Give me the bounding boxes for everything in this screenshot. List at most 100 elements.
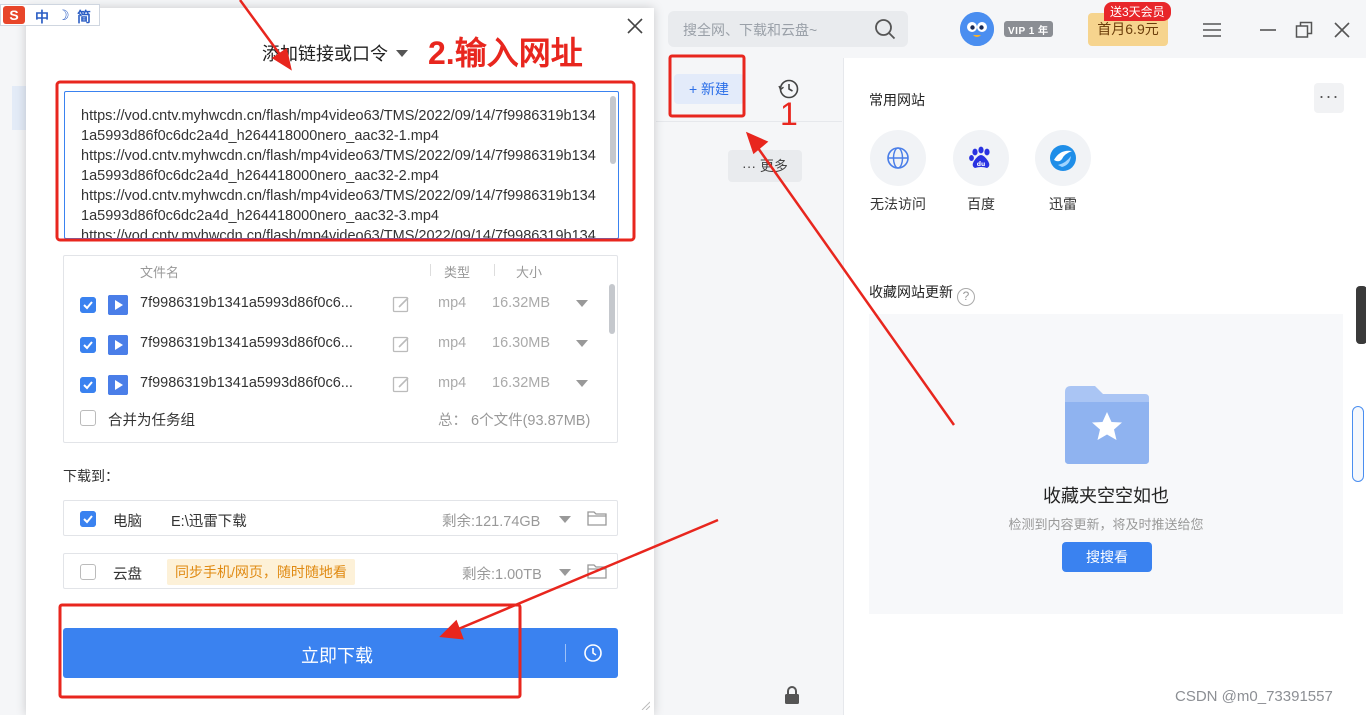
cloud-label: 云盘	[113, 567, 142, 583]
chevron-down-icon[interactable]	[576, 340, 588, 347]
total-summary: 总： 6个文件(93.87MB)	[438, 413, 591, 429]
file-table: 文件名 类型 大小 7f9986319b1341a5993d86f0c6... …	[63, 255, 618, 443]
edit-icon[interactable]	[392, 295, 410, 313]
site-label: 百度	[967, 196, 995, 212]
file-name: 7f9986319b1341a5993d86f0c6...	[140, 375, 353, 391]
table-row[interactable]: 7f9986319b1341a5993d86f0c6... mp4 16.32M…	[64, 284, 612, 324]
edit-icon[interactable]	[392, 335, 410, 353]
dest-cloud[interactable]: 云盘 同步手机/网页，随时随地看 剩余:1.00TB	[63, 553, 618, 589]
pc-label: 电脑	[113, 514, 142, 530]
empty-subtitle: 检测到内容更新，将及时推送给您	[1008, 517, 1204, 532]
textarea-scrollbar[interactable]	[610, 96, 616, 164]
minimize-icon[interactable]	[1258, 20, 1278, 40]
ime-toolbar[interactable]: S 中 ☽ 简	[0, 4, 100, 26]
folder-icon[interactable]	[587, 510, 607, 526]
file-name: 7f9986319b1341a5993d86f0c6...	[140, 295, 353, 311]
video-file-icon	[108, 295, 128, 315]
user-avatar[interactable]	[960, 12, 994, 46]
menu-icon[interactable]	[1202, 20, 1222, 40]
chevron-down-icon[interactable]	[576, 300, 588, 307]
site-xunlei[interactable]: 迅雷	[1033, 130, 1093, 214]
more-button[interactable]: ··· 更多	[728, 150, 802, 182]
schedule-clock-icon[interactable]	[583, 643, 603, 663]
dest-pc[interactable]: 电脑 E:\迅雷下载 剩余:121.74GB	[63, 500, 618, 536]
dialog-title[interactable]: 添加链接或口令	[262, 40, 408, 66]
svg-text:du: du	[977, 161, 986, 168]
file-type: mp4	[438, 295, 467, 311]
moon-icon[interactable]: ☽	[57, 7, 70, 24]
site-baidu[interactable]: du 百度	[951, 130, 1011, 214]
pc-checkbox[interactable]	[80, 511, 96, 527]
col-header-size: 大小	[516, 265, 543, 280]
close-window-icon[interactable]	[1332, 20, 1352, 40]
restore-icon[interactable]	[1294, 20, 1314, 40]
dialog-title-label: 添加链接或口令	[262, 44, 388, 64]
file-type: mp4	[438, 375, 467, 391]
xunlei-icon	[1035, 130, 1091, 186]
sidebar-selected-item[interactable]	[12, 86, 26, 130]
merge-checkbox[interactable]	[80, 410, 96, 426]
file-checkbox[interactable]	[80, 377, 96, 393]
fav-updates-title: 收藏网站更新?	[869, 282, 975, 306]
ime-lang[interactable]: 中	[35, 7, 49, 27]
file-checkbox[interactable]	[80, 297, 96, 313]
empty-title: 收藏夹空空如也	[1043, 486, 1169, 506]
col-separator	[494, 264, 495, 276]
merge-label: 合并为任务组	[108, 413, 195, 429]
annotation-step-1: 1	[780, 96, 798, 132]
favorites-empty-state: 收藏夹空空如也 检测到内容更新，将及时推送给您 搜搜看	[869, 314, 1343, 614]
chevron-down-icon[interactable]	[576, 380, 588, 387]
download-now-button[interactable]: 立即下载	[63, 628, 618, 678]
search-placeholder: 搜全网、下载和云盘~	[683, 22, 818, 38]
pc-path: E:\迅雷下载	[171, 514, 247, 530]
folder-icon[interactable]	[587, 563, 607, 579]
cloud-tip: 同步手机/网页，随时随地看	[167, 559, 355, 585]
file-checkbox[interactable]	[80, 337, 96, 353]
annotation-step-2: 2.输入网址	[428, 35, 583, 71]
left-sidebar	[0, 58, 26, 715]
cloud-free-space: 剩余:1.00TB	[462, 567, 542, 583]
site-label: 无法访问	[870, 196, 926, 212]
edit-icon[interactable]	[392, 375, 410, 393]
table-row[interactable]: 7f9986319b1341a5993d86f0c6... mp4 16.32M…	[64, 364, 612, 404]
more-options-button[interactable]: ···	[1314, 83, 1344, 113]
baidu-icon: du	[953, 130, 1009, 186]
search-try-button[interactable]: 搜搜看	[1062, 542, 1152, 572]
side-widget[interactable]	[1356, 286, 1366, 344]
search-icon[interactable]	[874, 18, 896, 40]
col-header-name: 文件名	[140, 265, 180, 280]
cloud-checkbox[interactable]	[80, 564, 96, 580]
file-size: 16.32MB	[492, 295, 551, 311]
fav-updates-label: 收藏网站更新	[869, 284, 953, 300]
file-name: 7f9986319b1341a5993d86f0c6...	[140, 335, 353, 351]
help-icon[interactable]: ?	[957, 288, 975, 306]
table-scrollbar[interactable]	[609, 284, 615, 334]
file-type: mp4	[438, 335, 467, 351]
ime-script[interactable]: 简	[77, 7, 91, 27]
star-folder-icon	[1065, 386, 1149, 464]
promo-badge: 送3天会员	[1104, 2, 1171, 21]
lock-icon[interactable]	[784, 686, 800, 704]
col-separator	[430, 264, 431, 276]
scrollbar[interactable]	[1352, 406, 1364, 482]
resize-grip-icon[interactable]	[640, 700, 650, 710]
globe-icon	[870, 130, 926, 186]
chevron-down-icon[interactable]	[559, 569, 571, 576]
video-file-icon	[108, 335, 128, 355]
download-now-label: 立即下载	[301, 646, 373, 666]
site-unreachable[interactable]: 无法访问	[868, 130, 928, 214]
close-dialog-icon[interactable]	[626, 17, 644, 35]
search-box[interactable]: 搜全网、下载和云盘~	[668, 11, 908, 47]
pc-free-space: 剩余:121.74GB	[442, 514, 541, 530]
add-link-dialog: 添加链接或口令 https://vod.cntv.myhwcdn.cn/flas…	[26, 8, 654, 715]
common-sites-title: 常用网站	[869, 92, 925, 108]
col-header-type: 类型	[444, 265, 471, 280]
link-textarea[interactable]: https://vod.cntv.myhwcdn.cn/flash/mp4vid…	[64, 91, 619, 239]
new-task-button[interactable]: + 新建	[674, 74, 744, 104]
chevron-down-icon[interactable]	[559, 516, 571, 523]
watermark: CSDN @m0_73391557	[1175, 688, 1333, 705]
browser-home-panel: 常用网站 ··· 无法访问 du 百度 迅雷 收藏网站更新? 收藏夹空空如也 检…	[843, 58, 1366, 715]
file-size: 16.32MB	[492, 375, 551, 391]
table-row[interactable]: 7f9986319b1341a5993d86f0c6... mp4 16.30M…	[64, 324, 612, 364]
download-to-label: 下载到：	[63, 468, 119, 484]
